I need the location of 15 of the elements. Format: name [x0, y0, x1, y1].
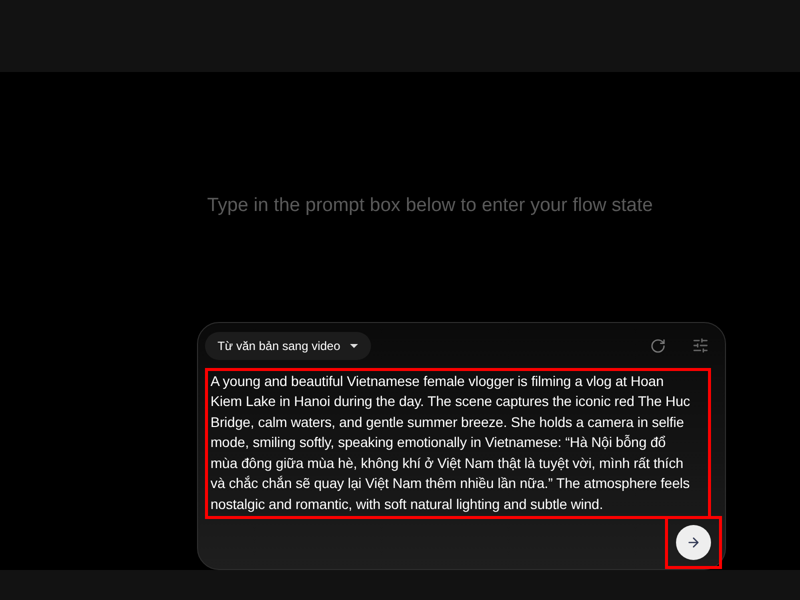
caret-icon: [350, 344, 358, 348]
prompt-text-line: nostalgic and romantic, with soft natural lighting and subtle wind.: [210, 494, 604, 514]
settings-icon[interactable]: [692, 337, 708, 354]
prompt-text-line: mùa đông giữa mùa hè, không khí ở Việt Nam thật là tuyệt vời, mình rất thích: [210, 454, 684, 473]
prompt-text-line: mode, smiling softly, speaking emotionally in Vietnamese: “Hà Nội bỗng đổ: [210, 433, 666, 452]
prompt-text-line: và chắc chắn sẽ quay lại Việt Nam thêm nhiều lần nữa.” The atmosphere feels: [210, 474, 690, 493]
hint-text: Type in the prompt box below to enter your flow state: [207, 194, 653, 218]
mode-dropdown[interactable]: Từ văn bản sang video: [204, 332, 372, 360]
send-button[interactable]: [676, 524, 710, 560]
refresh-icon[interactable]: [650, 338, 666, 354]
arrow-icon: [686, 534, 700, 550]
prompt-text-line: A young and beautiful Vietnamese female vlogger is filming a vlog at Hoan: [210, 372, 664, 391]
prompt-text-line: Kiem Lake in Hanoi during the day. The scene captures the iconic red The Huc: [210, 392, 690, 411]
prompt-text-line: Bridge, calm waters, and gentle summer breeze. She holds a camera in selfie: [210, 412, 684, 432]
prompt-field[interactable]: [204, 368, 710, 518]
